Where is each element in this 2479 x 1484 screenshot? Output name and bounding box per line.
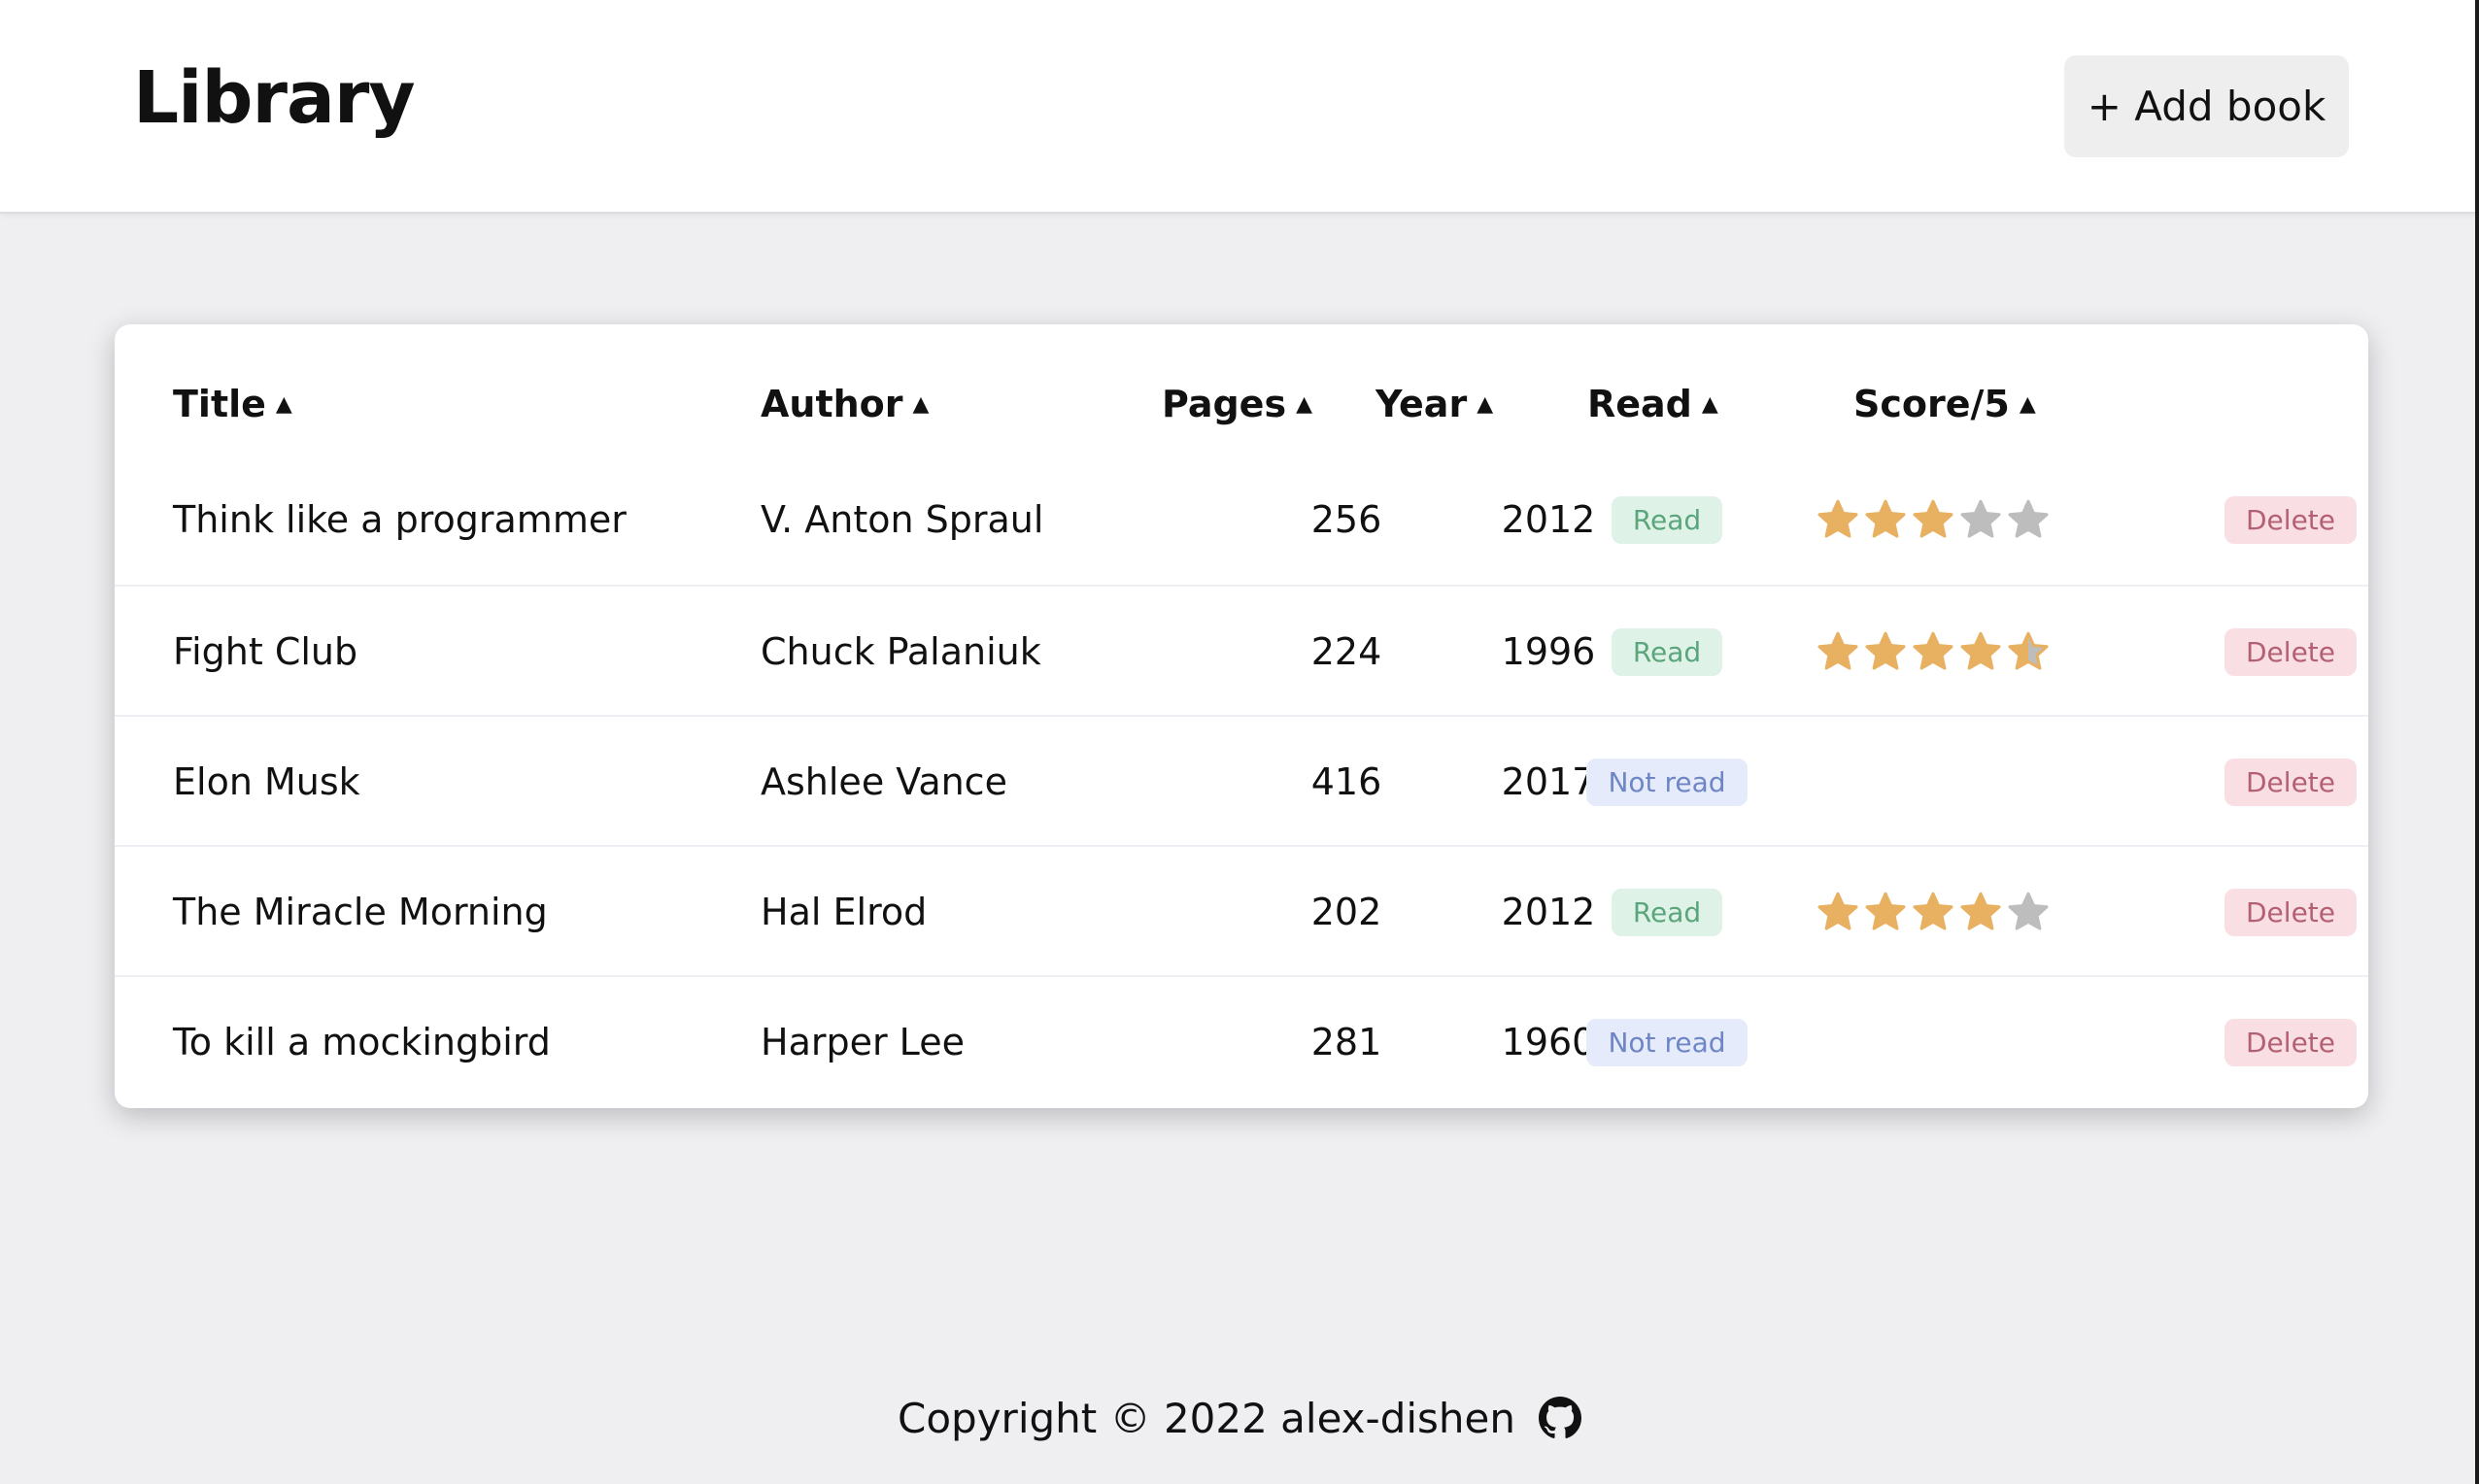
book-author: Chuck Palaniuk (761, 630, 1041, 673)
book-author: V. Anton Spraul (761, 498, 1044, 541)
star-icon[interactable] (1816, 497, 1860, 542)
table-row: Think like a programmer V. Anton Spraul 25… (115, 455, 2368, 585)
column-header-title[interactable]: Title ▲ (173, 373, 292, 435)
column-label: Title (173, 383, 266, 425)
book-pages: 224 (1310, 630, 1382, 673)
delete-button[interactable]: Delete (2224, 758, 2357, 806)
read-status-badge[interactable]: Read (1611, 627, 1723, 676)
star-icon[interactable] (1958, 890, 2003, 934)
column-label: Pages (1162, 383, 1287, 425)
book-pages: 281 (1310, 1021, 1382, 1063)
table-row: Elon Musk Ashlee Vance 416 2017 Not read Dele… (115, 715, 2368, 847)
star-rating[interactable] (1816, 890, 2051, 934)
github-icon[interactable] (1538, 1397, 1581, 1439)
score-cell (1787, 717, 2079, 847)
footer: Copyright © 2022 alex-dishen (0, 1379, 2479, 1457)
star-rating[interactable] (1816, 629, 2051, 674)
table-row: Fight Club Chuck Palaniuk 224 1996 Read Delet… (115, 585, 2368, 717)
delete-cell: Delete (2184, 717, 2368, 847)
book-author: Ashlee Vance (761, 760, 1007, 803)
delete-cell: Delete (2184, 977, 2368, 1107)
window-edge (2475, 0, 2479, 1484)
column-label: Author (761, 383, 903, 425)
delete-button[interactable]: Delete (2224, 888, 2357, 936)
sort-arrow-icon: ▲ (1701, 391, 1718, 417)
sort-arrow-icon: ▲ (275, 391, 292, 417)
read-status-badge[interactable]: Not read (1586, 1018, 1748, 1066)
delete-button[interactable]: Delete (2224, 627, 2357, 676)
column-header-author[interactable]: Author ▲ (761, 373, 929, 435)
star-icon[interactable] (2006, 629, 2051, 674)
column-header-pages[interactable]: Pages ▲ (1162, 373, 1312, 435)
star-icon[interactable] (1911, 629, 1955, 674)
column-header-year[interactable]: Year ▲ (1375, 373, 1493, 435)
column-label: Score/5 (1853, 383, 2010, 425)
column-label: Year (1375, 383, 1468, 425)
score-cell (1787, 455, 2079, 585)
table-row: The Miracle Morning Hal Elrod 202 2012 Read D… (115, 845, 2368, 977)
book-title: Fight Club (173, 630, 358, 673)
star-icon[interactable] (2006, 497, 2051, 542)
star-icon[interactable] (1816, 629, 1860, 674)
column-header-read[interactable]: Read ▲ (1587, 373, 1718, 435)
delete-cell: Delete (2184, 587, 2368, 717)
read-status-cell: Read (1570, 587, 1764, 717)
book-author: Harper Lee (761, 1021, 965, 1063)
star-icon[interactable] (2006, 890, 2051, 934)
sort-arrow-icon: ▲ (1477, 391, 1494, 417)
star-icon[interactable] (1816, 890, 1860, 934)
read-status-cell: Not read (1570, 717, 1764, 847)
book-author: Hal Elrod (761, 891, 928, 933)
book-title: Think like a programmer (173, 498, 627, 541)
star-icon[interactable] (1958, 629, 2003, 674)
column-label: Read (1587, 383, 1692, 425)
delete-cell: Delete (2184, 847, 2368, 977)
read-status-cell: Read (1570, 455, 1764, 585)
book-pages: 416 (1310, 760, 1382, 803)
sort-arrow-icon: ▲ (2019, 391, 2036, 417)
page-title: Library (133, 56, 416, 140)
table-row: To kill a mockingbird Harper Lee 281 1960 No… (115, 975, 2368, 1107)
column-header-score[interactable]: Score/5 ▲ (1853, 373, 2036, 435)
score-cell (1787, 977, 2079, 1107)
delete-button[interactable]: Delete (2224, 495, 2357, 544)
book-title: Elon Musk (173, 760, 360, 803)
sort-arrow-icon: ▲ (912, 391, 930, 417)
star-icon[interactable] (1911, 890, 1955, 934)
read-status-cell: Read (1570, 847, 1764, 977)
books-table: Title ▲ Author ▲ Pages ▲ Year ▲ Read ▲ S… (115, 324, 2368, 1108)
app-header: Library + Add book (0, 0, 2479, 214)
star-icon[interactable] (1863, 629, 1908, 674)
delete-button[interactable]: Delete (2224, 1018, 2357, 1066)
read-status-cell: Not read (1570, 977, 1764, 1107)
read-status-badge[interactable]: Read (1611, 495, 1723, 544)
book-title: To kill a mockingbird (173, 1021, 551, 1063)
add-book-button[interactable]: + Add book (2064, 55, 2349, 157)
sort-arrow-icon: ▲ (1296, 391, 1312, 417)
read-status-badge[interactable]: Not read (1586, 758, 1748, 806)
delete-cell: Delete (2184, 455, 2368, 585)
star-icon[interactable] (1863, 890, 1908, 934)
star-icon[interactable] (1863, 497, 1908, 542)
table-header: Title ▲ Author ▲ Pages ▲ Year ▲ Read ▲ S… (115, 324, 2368, 455)
book-pages: 256 (1310, 498, 1382, 541)
book-pages: 202 (1310, 891, 1382, 933)
score-cell (1787, 847, 2079, 977)
star-icon[interactable] (1911, 497, 1955, 542)
star-rating[interactable] (1816, 497, 2051, 542)
star-icon[interactable] (1958, 497, 2003, 542)
copyright-text: Copyright © 2022 alex-dishen (898, 1394, 1515, 1442)
read-status-badge[interactable]: Read (1611, 888, 1723, 936)
score-cell (1787, 587, 2079, 717)
book-title: The Miracle Morning (173, 891, 548, 933)
